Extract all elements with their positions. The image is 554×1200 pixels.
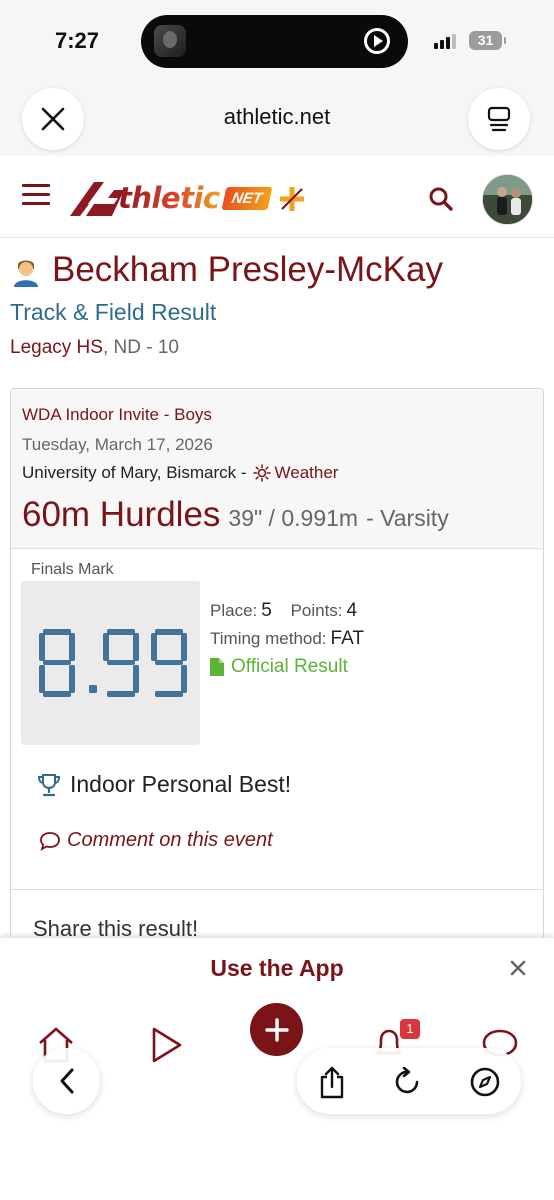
- share-icon: [320, 1066, 344, 1099]
- sun-icon: [252, 464, 271, 482]
- logo-net-badge: NET: [221, 186, 273, 210]
- points-value: 4: [346, 600, 358, 621]
- browser-actions: [297, 1048, 521, 1114]
- meet-info: WDA Indoor Invite - Boys Tuesday, March …: [11, 389, 543, 549]
- official-result-link[interactable]: Official Result: [210, 653, 364, 681]
- user-avatar[interactable]: [482, 174, 533, 225]
- dynamic-island[interactable]: [141, 15, 408, 68]
- result-details: Place: 5 Points: 4 Timing method: FAT Offic…: [210, 597, 364, 681]
- mark-display: [21, 581, 200, 745]
- event-spec: 39" / 0.991m: [228, 505, 359, 531]
- personal-best: Indoor Personal Best!: [36, 771, 291, 798]
- tab-overview-icon: [487, 106, 511, 132]
- share-divider: [11, 889, 543, 890]
- timing-row: Timing method: FAT: [210, 625, 364, 653]
- browser-toolbar: athletic.net: [0, 84, 554, 156]
- chevron-left-icon: [60, 1068, 73, 1094]
- official-label: Official Result: [231, 656, 348, 677]
- signal-icon: [434, 34, 456, 49]
- plus-icon: [278, 185, 304, 211]
- person-icon: [10, 256, 42, 293]
- points-label: Points:: [290, 601, 343, 620]
- reload-icon: [395, 1067, 419, 1094]
- mark-decimal-point: [88, 685, 97, 693]
- trophy-icon: [37, 773, 61, 796]
- location-text: University of Mary, Bismarck -: [22, 463, 247, 482]
- event-name[interactable]: 60m Hurdles: [22, 495, 220, 534]
- document-icon: [210, 658, 224, 676]
- compass-icon: [470, 1067, 500, 1097]
- share-button[interactable]: [315, 1065, 349, 1099]
- logo-a-icon: [70, 182, 124, 216]
- reload-button[interactable]: [391, 1065, 425, 1099]
- event-level: - Varsity: [366, 505, 449, 531]
- status-time: 7:27: [55, 28, 100, 53]
- mark-digits: [38, 629, 187, 697]
- weather-link[interactable]: Weather: [252, 463, 339, 483]
- search-icon: [429, 187, 453, 211]
- use-app-title[interactable]: Use the App: [0, 955, 554, 982]
- play-icon[interactable]: [364, 28, 390, 54]
- back-button[interactable]: [33, 1048, 100, 1114]
- home-indicator-area: [0, 1128, 554, 1200]
- place-points-row: Place: 5 Points: 4: [210, 597, 364, 625]
- banner-close-button[interactable]: [505, 955, 531, 981]
- place-label: Place:: [210, 601, 258, 620]
- school-line: Legacy HS, ND - 10: [10, 337, 179, 359]
- weather-label: Weather: [274, 463, 339, 482]
- mark-digit: [38, 629, 75, 697]
- athletic-net-logo[interactable]: thletic NET: [68, 178, 304, 218]
- meet-date: Tuesday, March 17, 2026: [22, 435, 213, 454]
- comment-link[interactable]: Comment on this event: [39, 829, 273, 852]
- search-button[interactable]: [428, 186, 454, 217]
- meet-location: University of Mary, Bismarck - Weather: [22, 463, 338, 483]
- tab-overview-button[interactable]: [468, 88, 530, 150]
- browser-bottom-bar: [0, 1040, 554, 1200]
- event-row: 60m Hurdles 39" / 0.991m - Varsity: [22, 495, 449, 535]
- close-icon: [510, 960, 526, 976]
- notification-badge: 1: [400, 1019, 420, 1039]
- comment-label: Comment on this event: [67, 829, 273, 851]
- state-grade: , ND - 10: [102, 337, 179, 358]
- result-card: WDA Indoor Invite - Boys Tuesday, March …: [10, 388, 544, 1008]
- athlete-name[interactable]: Beckham Presley-McKay: [52, 250, 443, 290]
- now-playing-artwork: [154, 25, 186, 57]
- mark-digit: [102, 629, 139, 697]
- status-bar: 7:27 31: [0, 0, 554, 84]
- battery-icon: 31: [469, 31, 506, 50]
- menu-icon[interactable]: [22, 184, 50, 206]
- mark-digit: [150, 629, 187, 697]
- site-header: thletic NET: [0, 156, 554, 238]
- finals-mark-label: Finals Mark: [31, 561, 114, 578]
- meet-name-link[interactable]: WDA Indoor Invite - Boys: [22, 405, 212, 425]
- plus-icon: [264, 1017, 289, 1042]
- place-value: 5: [261, 600, 272, 621]
- logo-text: thletic: [118, 181, 220, 215]
- use-app-banner[interactable]: Use the App: [0, 937, 554, 999]
- timing-value: FAT: [330, 628, 364, 649]
- school-link[interactable]: Legacy HS: [10, 337, 103, 358]
- comment-icon: [40, 831, 60, 851]
- pb-label: Indoor Personal Best!: [70, 771, 292, 797]
- compass-button[interactable]: [468, 1065, 502, 1099]
- result-type-heading: Track & Field Result: [10, 299, 217, 325]
- timing-label: Timing method:: [210, 629, 327, 648]
